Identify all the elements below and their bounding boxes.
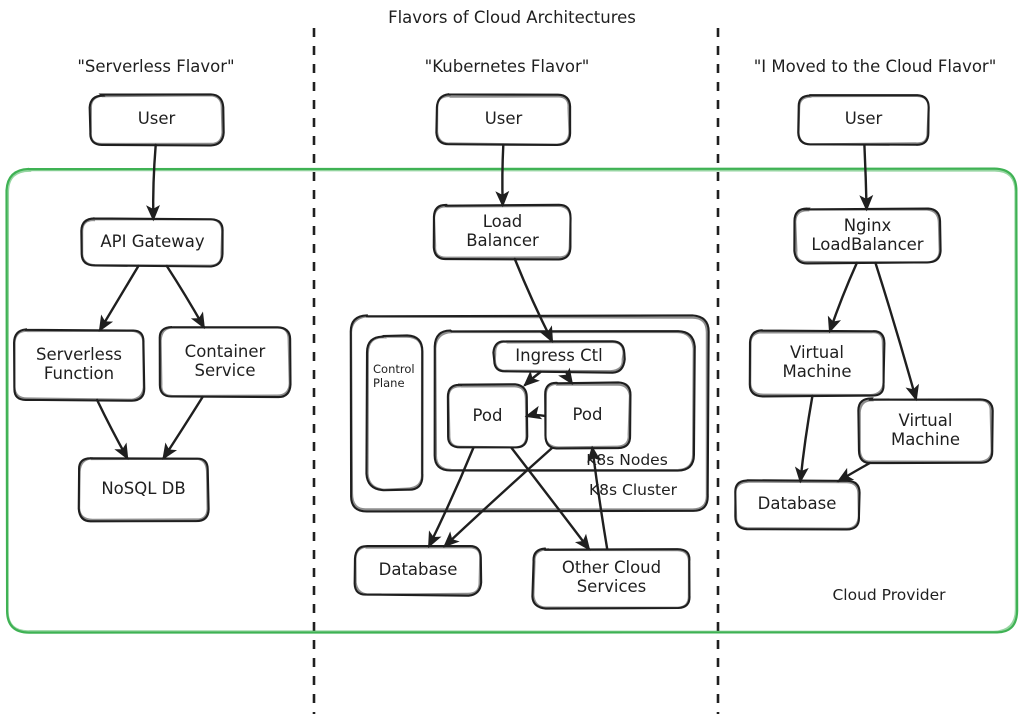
node-database-moved-sketch [734, 480, 860, 530]
node-serverless-function-sketch [13, 329, 145, 401]
edge-nginx-to-vm1 [827, 261, 858, 334]
node-virtual-machine-1-sketch [749, 330, 885, 397]
node-other-cloud-services-sketch [532, 547, 691, 609]
node-pod-right-sketch [544, 382, 631, 449]
node-database-k8s-sketch [354, 545, 482, 596]
edge-api-gateway-to-container-service [165, 264, 205, 330]
node-container-service-sketch [159, 326, 291, 398]
node-load-balancer-sketch [433, 204, 572, 259]
node-user-serverless-sketch [89, 94, 224, 145]
node-pod-left-sketch [447, 385, 528, 449]
node-ingress-ctl-sketch [493, 340, 625, 373]
edge-user-to-load-balancer [495, 143, 510, 208]
edge-user-to-nginx [859, 143, 874, 212]
node-api-gateway-sketch [81, 218, 224, 267]
edge-container-service-to-nosql [162, 395, 204, 461]
edge-user-to-api-gateway [146, 143, 160, 222]
node-control-plane-sketch [366, 335, 424, 491]
edge-vm1-to-database [794, 394, 814, 484]
node-user-moved-sketch [797, 94, 930, 146]
node-virtual-machine-2-sketch [858, 398, 993, 463]
edge-serverless-function-to-nosql [95, 398, 129, 461]
node-user-kubernetes-sketch [436, 94, 571, 146]
node-nosql-db-sketch [78, 457, 209, 521]
edge-pod-right-to-pod-left [524, 405, 547, 420]
diagram-canvas: Flavors of Cloud Architectures Cloud Pro… [0, 0, 1024, 726]
edge-api-gateway-to-serverless-function [98, 264, 140, 333]
diagram-vector-layer [5, 28, 1019, 714]
node-nginx-loadbalancer-sketch [794, 208, 941, 264]
edge-vm2-to-database [836, 461, 872, 483]
